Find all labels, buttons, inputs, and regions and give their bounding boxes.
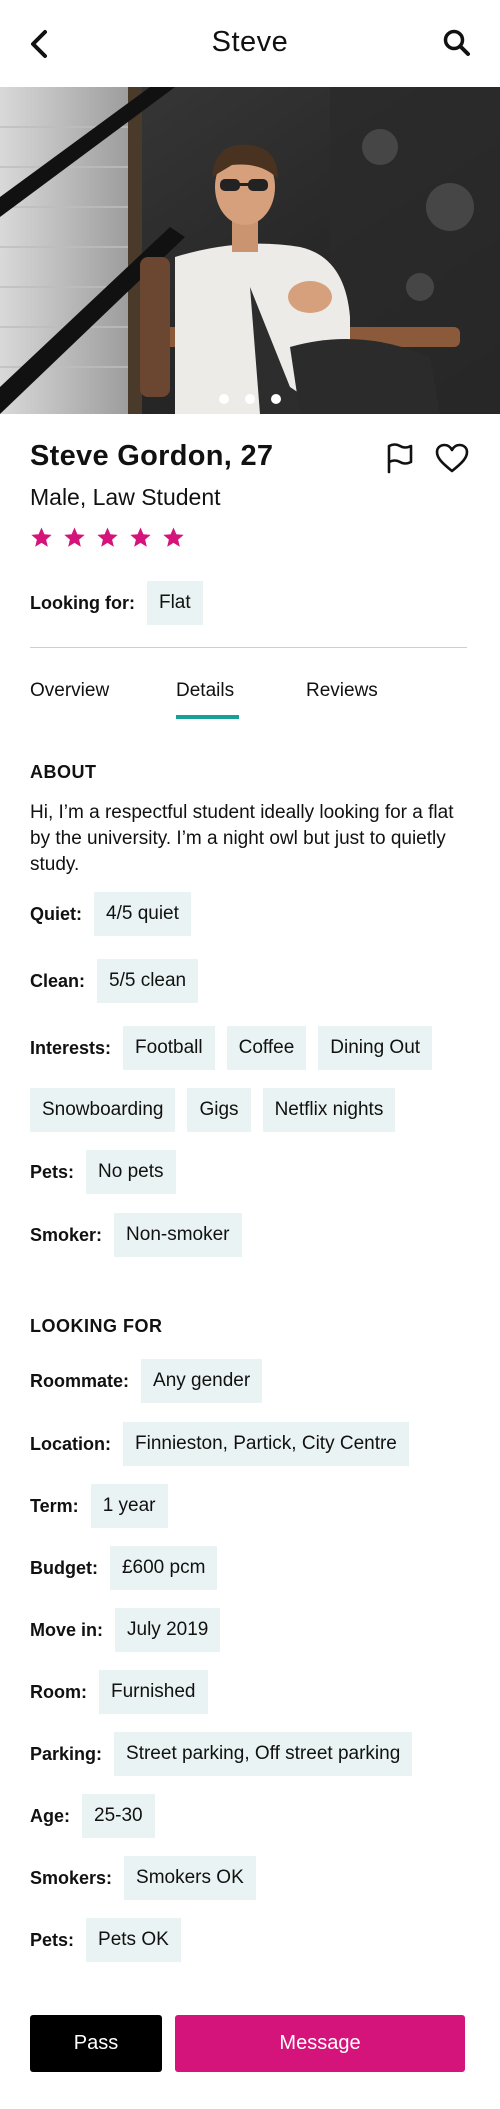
room-label: Room:	[30, 1681, 87, 1702]
profile-subtitle: Male, Law Student	[30, 484, 221, 510]
budget-row: Budget: £600 pcm	[30, 1546, 229, 1590]
quiet-label: Quiet:	[30, 903, 82, 924]
pass-button[interactable]: Pass	[30, 2015, 162, 2072]
page-title: Steve	[211, 26, 289, 58]
profile-photo-carousel[interactable]	[0, 87, 500, 414]
location-chip: Finnieston, Partick, City Centre	[123, 1422, 409, 1466]
message-button[interactable]: Message	[175, 2015, 465, 2072]
active-tab-indicator	[176, 715, 239, 719]
carousel-dot[interactable]	[271, 394, 281, 404]
parking-chip: Street parking, Off street parking	[114, 1732, 413, 1776]
age-label: Age:	[30, 1805, 70, 1826]
about-heading: ABOUT	[30, 762, 97, 782]
quiet-chip: 4/5 quiet	[94, 892, 191, 936]
star-icon	[163, 527, 184, 547]
star-icon	[97, 527, 118, 547]
room-chip: Furnished	[99, 1670, 208, 1714]
interest-chip: Coffee	[226, 1026, 307, 1070]
smoker-row: Smoker: Non-smoker	[30, 1213, 254, 1257]
profile-name: Steve Gordon, 27	[30, 440, 274, 472]
pets-ok-label: Pets:	[30, 1929, 75, 1950]
profile-photo	[0, 87, 500, 414]
pets-row: Pets: No pets	[30, 1150, 188, 1194]
favourite-button[interactable]	[434, 442, 470, 474]
interest-chip: Football	[123, 1026, 215, 1070]
tab-reviews[interactable]: Reviews	[306, 680, 378, 702]
interests-row: Interests: Football Coffee Dining Out	[30, 1026, 444, 1070]
smokers-row: Smokers: Smokers OK	[30, 1856, 268, 1900]
smoker-label: Smoker:	[30, 1224, 103, 1245]
top-bar: Steve	[0, 0, 500, 87]
location-label: Location:	[30, 1433, 111, 1454]
move-in-chip: July 2019	[115, 1608, 221, 1652]
term-label: Term:	[30, 1495, 79, 1516]
carousel-dots	[0, 394, 500, 404]
smoker-chip: Non-smoker	[114, 1213, 242, 1257]
looking-for-heading: LOOKING FOR	[30, 1316, 163, 1336]
roommate-row: Roommate: Any gender	[30, 1359, 274, 1403]
rating-stars	[30, 526, 185, 549]
age-chip: 25-30	[82, 1794, 155, 1838]
star-icon	[31, 527, 52, 547]
tab-bar: Overview Details Reviews	[30, 680, 470, 720]
interest-chip: Snowboarding	[30, 1088, 176, 1132]
room-row: Room: Furnished	[30, 1670, 220, 1714]
search-button[interactable]	[442, 28, 472, 58]
divider	[30, 647, 467, 648]
interest-chip: Gigs	[187, 1088, 251, 1132]
pets-ok-chip: Pets OK	[86, 1918, 181, 1962]
looking-for-label: Looking for:	[30, 592, 135, 613]
smokers-chip: Smokers OK	[124, 1856, 256, 1900]
looking-for-chip: Flat	[146, 581, 203, 625]
flag-icon	[387, 443, 413, 474]
interest-chip: Netflix nights	[262, 1088, 396, 1132]
roommate-chip: Any gender	[141, 1359, 263, 1403]
smokers-label: Smokers:	[30, 1867, 113, 1888]
carousel-dot[interactable]	[245, 394, 255, 404]
carousel-dot[interactable]	[219, 394, 229, 404]
clean-label: Clean:	[30, 970, 86, 991]
budget-label: Budget:	[30, 1557, 98, 1578]
pets-ok-row: Pets: Pets OK	[30, 1918, 193, 1962]
clean-row: Clean: 5/5 clean	[30, 959, 210, 1003]
clean-chip: 5/5 clean	[97, 959, 199, 1003]
search-icon	[443, 29, 470, 56]
star-icon	[64, 527, 85, 547]
budget-chip: £600 pcm	[109, 1546, 218, 1590]
roommate-label: Roommate:	[30, 1370, 130, 1391]
move-in-row: Move in: July 2019	[30, 1608, 232, 1652]
heart-icon	[435, 443, 469, 473]
about-text: Hi, I’m a respectful student ideally loo…	[30, 802, 454, 875]
parking-row: Parking: Street parking, Off street park…	[30, 1732, 424, 1776]
report-button[interactable]	[384, 442, 414, 474]
tab-details[interactable]: Details	[176, 680, 234, 702]
term-chip: 1 year	[90, 1484, 168, 1528]
tab-overview[interactable]: Overview	[30, 680, 109, 702]
looking-for-row: Looking for: Flat	[30, 581, 215, 625]
interest-chip: Dining Out	[318, 1026, 433, 1070]
parking-label: Parking:	[30, 1743, 103, 1764]
pets-chip: No pets	[86, 1150, 176, 1194]
star-icon	[130, 527, 151, 547]
quiet-row: Quiet: 4/5 quiet	[30, 892, 203, 936]
interests-row-2: Snowboarding Gigs Netflix nights	[30, 1088, 407, 1132]
age-row: Age: 25-30	[30, 1794, 167, 1838]
interests-label: Interests:	[30, 1037, 112, 1058]
move-in-label: Move in:	[30, 1619, 104, 1640]
pets-label: Pets:	[30, 1161, 75, 1182]
location-row: Location: Finnieston, Partick, City Cent…	[30, 1422, 421, 1466]
term-row: Term: 1 year	[30, 1484, 180, 1528]
